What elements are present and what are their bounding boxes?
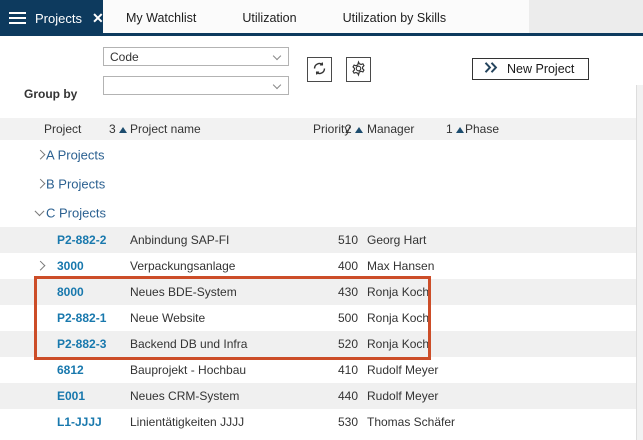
sort-asc-icon: [118, 127, 127, 133]
priority-cell: 500: [337, 311, 358, 325]
hamburger-menu-icon[interactable]: [9, 12, 26, 24]
column-header-phase[interactable]: Phase: [465, 122, 499, 136]
project-name-cell: Neues CRM-System: [130, 389, 240, 403]
settings-button[interactable]: [346, 57, 371, 82]
tab-utilization[interactable]: Utilization: [219, 0, 319, 36]
close-tab-icon[interactable]: ✕: [92, 10, 104, 27]
priority-cell: 510: [337, 233, 358, 247]
chevron-right-icon[interactable]: [35, 260, 46, 271]
table-header: Project 3 Project name Priority 2 Manage…: [0, 118, 643, 140]
tab-my-watchlist-label: My Watchlist: [126, 11, 197, 25]
priority-cell: 410: [337, 363, 358, 377]
group-row-label: C Projects: [46, 205, 106, 220]
manager-cell: Ronja Koch: [367, 285, 430, 299]
project-name-cell: Verpackungsanlage: [130, 259, 236, 273]
priority-cell: 430: [337, 285, 358, 299]
column-header-project[interactable]: Project: [44, 122, 81, 136]
project-code-link[interactable]: 6812: [57, 363, 84, 377]
refresh-icon: [311, 60, 328, 80]
manager-cell: Rudolf Meyer: [367, 389, 439, 403]
toolbar: Group by Code Filter: [0, 36, 643, 130]
sort-order-number: 1: [446, 122, 453, 136]
project-row-8000[interactable]: 8000 Neues BDE-System 430 Ronja Koch: [0, 279, 643, 305]
column-header-project-name[interactable]: Project name: [130, 122, 201, 136]
sort-indicator-priority[interactable]: 2: [345, 122, 363, 136]
manager-cell: Max Hansen: [367, 259, 435, 273]
manager-cell: Georg Hart: [367, 233, 427, 247]
sort-asc-icon: [354, 127, 363, 133]
project-row-p2-882-1[interactable]: P2-882-1 Neue Website 500 Ronja Koch: [0, 305, 643, 331]
project-row-p2-882-2[interactable]: P2-882-2 Anbindung SAP-FI 510 Georg Hart: [0, 227, 643, 253]
project-code-link[interactable]: P2-882-2: [57, 233, 106, 247]
project-code-link[interactable]: E001: [57, 389, 85, 403]
chevron-right-icon[interactable]: [35, 149, 46, 160]
project-name-cell: Anbindung SAP-FI: [130, 233, 230, 247]
tab-projects-active[interactable]: Projects ✕: [0, 0, 104, 36]
project-name-cell: Neue Website: [130, 311, 206, 325]
tab-bar: Projects ✕ My Watchlist Utilization Util…: [0, 0, 643, 36]
project-code-link[interactable]: P2-882-3: [57, 337, 106, 351]
group-row-b-projects[interactable]: B Projects: [0, 169, 643, 198]
tab-utilization-by-skills[interactable]: Utilization by Skills: [320, 0, 470, 36]
refresh-button[interactable]: [307, 57, 332, 82]
tab-my-watchlist[interactable]: My Watchlist: [103, 0, 219, 36]
project-code-link[interactable]: 3000: [57, 259, 84, 273]
priority-cell: 400: [337, 259, 358, 273]
project-row-p2-882-3[interactable]: P2-882-3 Backend DB und Infra 520 Ronja Koc…: [0, 331, 643, 357]
manager-cell: Rudolf Meyer: [367, 363, 439, 377]
sort-order-number: 2: [345, 122, 352, 136]
tab-projects-label: Projects: [35, 10, 82, 26]
project-code-link[interactable]: P2-882-1: [57, 311, 106, 325]
priority-cell: 520: [337, 337, 358, 351]
project-name-cell: Neues BDE-System: [130, 285, 237, 299]
project-row-6812[interactable]: 6812 Bauprojekt - Hochbau 410 Rudolf Meyer: [0, 357, 643, 383]
priority-cell: 440: [337, 389, 358, 403]
project-name-cell: Bauprojekt - Hochbau: [130, 363, 247, 377]
project-name-cell: Backend DB und Infra: [130, 337, 248, 351]
group-row-a-projects[interactable]: A Projects: [0, 140, 643, 169]
sort-indicator-project[interactable]: 3: [109, 122, 127, 136]
tab-utilization-label: Utilization: [242, 11, 297, 25]
project-name-cell: Linientätigkeiten JJJJ: [130, 415, 245, 429]
chevron-right-icon[interactable]: [35, 178, 46, 189]
manager-cell: Ronja Koch: [367, 337, 430, 351]
sort-indicator-manager[interactable]: 1: [446, 122, 464, 136]
table-body: A Projects B Projects C Projects P2-882-2 An…: [0, 140, 643, 435]
group-row-label: A Projects: [46, 147, 105, 162]
new-project-label: New Project: [507, 62, 575, 76]
vertical-scrollbar[interactable]: [636, 85, 643, 440]
sort-order-number: 3: [109, 122, 116, 136]
tab-utilization-by-skills-label: Utilization by Skills: [342, 11, 447, 25]
group-row-label: B Projects: [46, 176, 106, 191]
project-row-3000[interactable]: 3000 Verpackungsanlage 400 Max Hansen: [0, 253, 643, 279]
column-header-manager[interactable]: Manager: [367, 122, 414, 136]
manager-cell: Ronja Koch: [367, 311, 430, 325]
manager-cell: Thomas Schäfer: [367, 415, 456, 429]
project-code-link[interactable]: L1-JJJJ: [57, 415, 102, 429]
sort-asc-icon: [455, 127, 464, 133]
chevron-down-icon: [272, 51, 282, 61]
tab-bar-filler: [529, 0, 643, 36]
project-row-l1-jjjj[interactable]: L1-JJJJ Linientätigkeiten JJJJ 530 Thomas S…: [0, 409, 643, 435]
group-by-select[interactable]: Code: [103, 47, 289, 66]
chevron-down-icon: [272, 80, 282, 90]
gear-icon: [350, 59, 367, 80]
project-code-link[interactable]: 8000: [57, 285, 84, 299]
group-by-label: Group by: [24, 87, 78, 101]
priority-cell: 530: [337, 415, 358, 429]
new-project-button[interactable]: New Project: [472, 58, 589, 80]
group-row-c-projects[interactable]: C Projects: [0, 198, 643, 227]
double-chevron-right-icon: [484, 62, 498, 76]
project-row-e001[interactable]: E001 Neues CRM-System 440 Rudolf Meyer: [0, 383, 643, 409]
group-by-selected-value: Code: [110, 49, 139, 64]
chevron-down-icon[interactable]: [34, 205, 45, 216]
filter-select[interactable]: [103, 76, 289, 95]
